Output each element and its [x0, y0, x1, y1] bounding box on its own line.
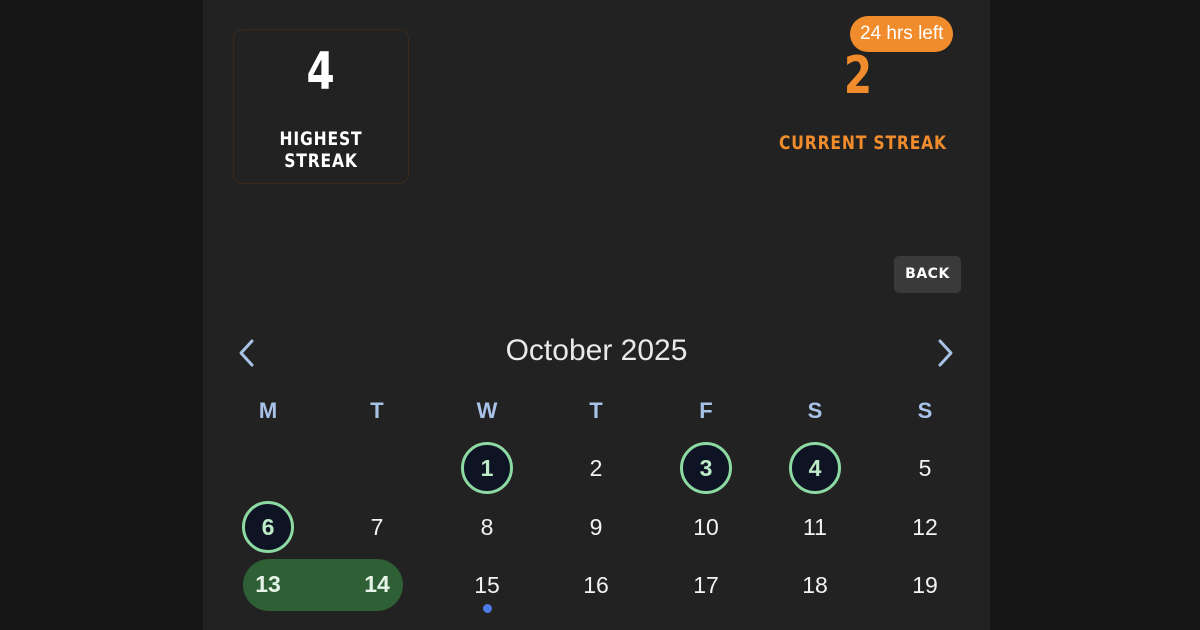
weekday-header: S — [917, 398, 933, 423]
day-number: 1 — [480, 455, 494, 481]
month-title: October 2025 — [505, 334, 688, 367]
highest-streak-label: HIGHEST STREAK — [279, 128, 363, 172]
highest-streak-value: 4 — [306, 42, 336, 102]
day-number: 15 — [474, 572, 500, 598]
day-number: 16 — [583, 572, 609, 598]
chevron-left-icon — [239, 339, 254, 367]
current-streak-value: 2 — [843, 46, 873, 106]
calendar-day[interactable]: 17 — [676, 559, 736, 611]
weekday-header: W — [476, 398, 498, 423]
calendar-day-in-range[interactable]: 13 — [238, 571, 298, 598]
current-streak-label: CURRENT STREAK — [779, 132, 947, 154]
day-number: 9 — [589, 514, 603, 540]
calendar-day[interactable]: 12 — [895, 501, 955, 553]
prev-month-button[interactable] — [231, 336, 263, 370]
highest-streak-card: 4 HIGHEST STREAK — [233, 29, 409, 184]
calendar-day[interactable]: 11 — [785, 501, 845, 553]
day-number: 3 — [699, 455, 713, 481]
day-number: 7 — [370, 514, 384, 540]
calendar-day[interactable]: 18 — [785, 559, 845, 611]
calendar-day[interactable]: 5 — [895, 442, 955, 494]
weekday-header: F — [699, 398, 713, 423]
next-month-button[interactable] — [929, 336, 961, 370]
day-number: 12 — [912, 514, 938, 540]
weekday-header: T — [370, 398, 384, 423]
today-indicator-dot — [483, 604, 492, 613]
day-number: 17 — [693, 572, 719, 598]
back-button[interactable]: BACK — [894, 256, 961, 293]
day-number: 19 — [912, 572, 938, 598]
day-number: 5 — [918, 455, 932, 481]
calendar-day[interactable]: 16 — [566, 559, 626, 611]
weekday-header: S — [807, 398, 823, 423]
weekday-header: M — [258, 398, 278, 423]
calendar-day[interactable]: 7 — [347, 501, 407, 553]
day-number: 4 — [808, 455, 822, 481]
streak-panel: 4 HIGHEST STREAK 2 24 hrs left CURRENT S… — [203, 0, 990, 630]
calendar-day-completed[interactable]: 4 — [785, 442, 845, 494]
calendar-day[interactable]: 19 — [895, 559, 955, 611]
day-number: 8 — [480, 514, 494, 540]
calendar-day-completed[interactable]: 1 — [457, 442, 517, 494]
day-number: 6 — [261, 514, 275, 540]
weekday-header: T — [589, 398, 603, 423]
calendar-day[interactable]: 10 — [676, 501, 736, 553]
day-number: 10 — [693, 514, 719, 540]
chevron-right-icon — [938, 339, 953, 367]
time-left-badge: 24 hrs left — [850, 16, 954, 52]
calendar-day[interactable]: 8 — [457, 501, 517, 553]
calendar-day-completed[interactable]: 3 — [676, 442, 736, 494]
calendar-day[interactable]: 2 — [566, 442, 626, 494]
calendar-day-completed[interactable]: 6 — [238, 501, 298, 553]
day-number: 2 — [589, 455, 603, 481]
calendar-day[interactable]: 9 — [566, 501, 626, 553]
day-number: 11 — [803, 514, 827, 540]
day-number: 18 — [802, 572, 828, 598]
calendar-day-in-range[interactable]: 14 — [347, 571, 407, 598]
